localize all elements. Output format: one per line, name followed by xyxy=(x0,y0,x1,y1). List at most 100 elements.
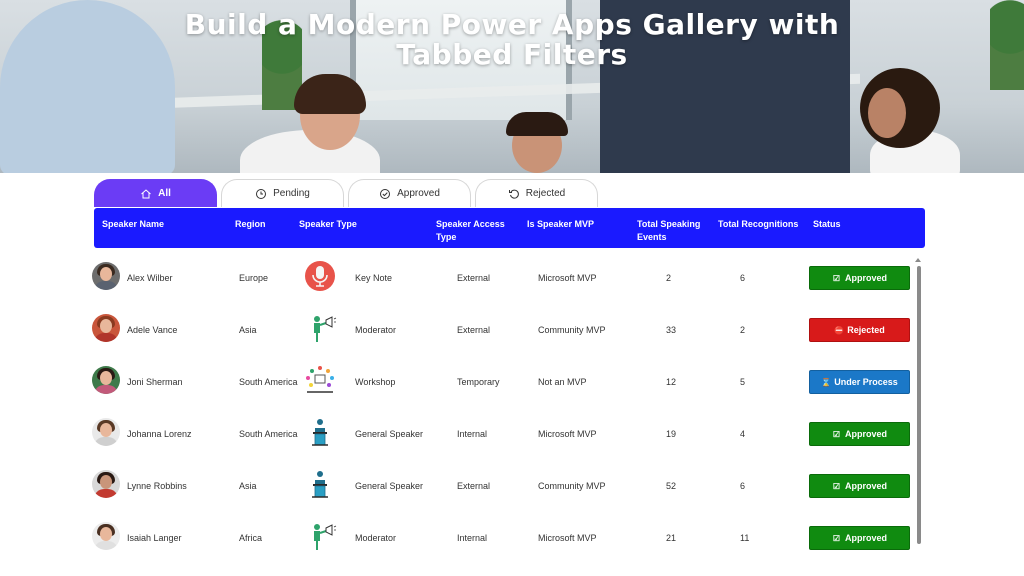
person-head xyxy=(868,88,906,138)
status-badge[interactable]: ☑ Approved xyxy=(809,474,910,498)
undo-icon xyxy=(508,189,519,199)
column-header-access-type[interactable]: Speaker Access Type xyxy=(436,218,505,244)
speaker-name: Johanna Lorenz xyxy=(127,429,192,439)
speaker-type: Workshop xyxy=(355,377,396,387)
speaker-name: Isaiah Langer xyxy=(127,533,182,543)
column-header-speaker-type[interactable]: Speaker Type xyxy=(299,218,357,231)
region: Asia xyxy=(239,481,257,491)
mvp-status: Not an MVP xyxy=(538,377,587,387)
status-label: Rejected xyxy=(847,325,885,335)
table-row[interactable]: Adele Vance Asia Moderator External Comm… xyxy=(90,305,920,357)
region: Europe xyxy=(239,273,269,283)
table-row[interactable]: Alex Wilber Europe Key Note External Mic… xyxy=(90,253,920,305)
column-header-events[interactable]: Total Speaking Events xyxy=(637,218,700,244)
status-label: Under Process xyxy=(834,377,898,387)
status-label: Approved xyxy=(844,273,887,283)
status-label: Approved xyxy=(844,429,887,439)
checkbox-icon: ☑ xyxy=(832,481,841,491)
status-badge[interactable]: ☑ Approved xyxy=(809,526,910,550)
recognitions: 4 xyxy=(740,429,746,439)
table-row[interactable]: Johanna Lorenz South America General Spe… xyxy=(90,409,920,461)
microphone-icon xyxy=(305,261,335,291)
moderator-megaphone-icon xyxy=(314,524,337,550)
status-badge[interactable]: ⌛ Under Process xyxy=(809,370,910,394)
recognitions: 2 xyxy=(740,325,746,335)
hero-title-line-2: Tabbed Filters xyxy=(396,38,628,71)
home-icon xyxy=(141,188,151,198)
access-type: Internal xyxy=(457,533,488,543)
tab-pending[interactable]: Pending xyxy=(221,179,344,207)
avatar xyxy=(92,470,120,498)
no-entry-icon: ⛔ xyxy=(834,325,845,335)
table-row[interactable]: Lynne Robbins Asia General Speaker Exter… xyxy=(90,461,920,513)
speaker-type: General Speaker xyxy=(355,429,424,439)
scrollbar-thumb[interactable] xyxy=(917,266,921,544)
checkbox-icon: ☑ xyxy=(832,273,841,283)
mvp-status: Microsoft MVP xyxy=(538,429,597,439)
column-header-events-line2: Events xyxy=(637,232,667,242)
column-header-speaker-name[interactable]: Speaker Name xyxy=(102,218,164,231)
tab-rejected-label: Rejected xyxy=(525,188,566,199)
avatar xyxy=(92,418,120,446)
clock-icon xyxy=(256,188,267,199)
column-header-recognitions[interactable]: Total Recognitions xyxy=(718,218,798,231)
podium-icon xyxy=(312,419,328,446)
region: Africa xyxy=(239,533,263,543)
access-type: External xyxy=(457,273,491,283)
check-circle-icon xyxy=(380,188,391,199)
access-type: External xyxy=(457,481,491,491)
recognitions: 5 xyxy=(740,377,746,387)
speaking-events: 33 xyxy=(666,325,677,335)
podium-icon xyxy=(312,471,328,498)
recognitions: 11 xyxy=(740,533,750,543)
speaker-type: Moderator xyxy=(355,325,397,335)
recognitions: 6 xyxy=(740,273,746,283)
status-label: Approved xyxy=(844,481,887,491)
speaker-name: Adele Vance xyxy=(127,325,178,335)
speaking-events: 52 xyxy=(666,481,677,491)
hero-title: Build a Modern Power Apps Gallery with T… xyxy=(0,10,1024,70)
status-badge[interactable]: ☑ Approved xyxy=(809,422,910,446)
speaker-name: Joni Sherman xyxy=(127,377,183,387)
access-type: Internal xyxy=(457,429,488,439)
speaking-events: 21 xyxy=(666,533,677,543)
avatar xyxy=(92,262,120,290)
speaking-events: 12 xyxy=(666,377,677,387)
speaking-events: 19 xyxy=(666,429,677,439)
status-badge[interactable]: ⛔ Rejected xyxy=(809,318,910,342)
tab-pending-label: Pending xyxy=(273,188,310,199)
table-row[interactable]: Isaiah Langer Africa Moderator Internal … xyxy=(90,513,920,565)
status-label: Approved xyxy=(844,533,887,543)
mvp-status: Community MVP xyxy=(538,325,606,335)
column-header-region[interactable]: Region xyxy=(235,218,266,231)
access-type: External xyxy=(457,325,491,335)
region: Asia xyxy=(239,325,257,335)
avatar xyxy=(92,522,120,550)
checkbox-icon: ☑ xyxy=(832,429,841,439)
column-header-events-line1: Total Speaking xyxy=(637,219,701,229)
hourglass-icon: ⌛ xyxy=(821,377,832,387)
speaker-type: Key Note xyxy=(355,273,393,283)
hero-banner: Build a Modern Power Apps Gallery with T… xyxy=(0,0,1024,173)
avatar xyxy=(92,314,120,342)
column-header-status[interactable]: Status xyxy=(813,218,841,231)
column-header-is-mvp[interactable]: Is Speaker MVP xyxy=(527,218,594,231)
person-hair xyxy=(506,112,568,136)
status-badge[interactable]: ☑ Approved xyxy=(809,266,910,290)
moderator-megaphone-icon xyxy=(314,316,337,342)
tab-approved-label: Approved xyxy=(397,188,440,199)
mvp-status: Community MVP xyxy=(538,481,606,491)
workshop-icon xyxy=(306,366,334,393)
table-header: Speaker Name Region Speaker Type Speaker… xyxy=(94,208,925,248)
recognitions: 6 xyxy=(740,481,746,491)
scroll-up-arrow-icon[interactable] xyxy=(915,258,921,262)
column-header-access-type-line1: Speaker Access xyxy=(436,219,505,229)
table-row[interactable]: Joni Sherman South America Workshop Temp… xyxy=(90,357,920,409)
tab-all[interactable]: All xyxy=(94,179,217,207)
region: South America xyxy=(239,377,298,387)
tab-approved[interactable]: Approved xyxy=(348,179,471,207)
tab-rejected[interactable]: Rejected xyxy=(475,179,598,207)
mvp-status: Microsoft MVP xyxy=(538,273,597,283)
region: South America xyxy=(239,429,298,439)
column-header-access-type-line2: Type xyxy=(436,232,457,242)
